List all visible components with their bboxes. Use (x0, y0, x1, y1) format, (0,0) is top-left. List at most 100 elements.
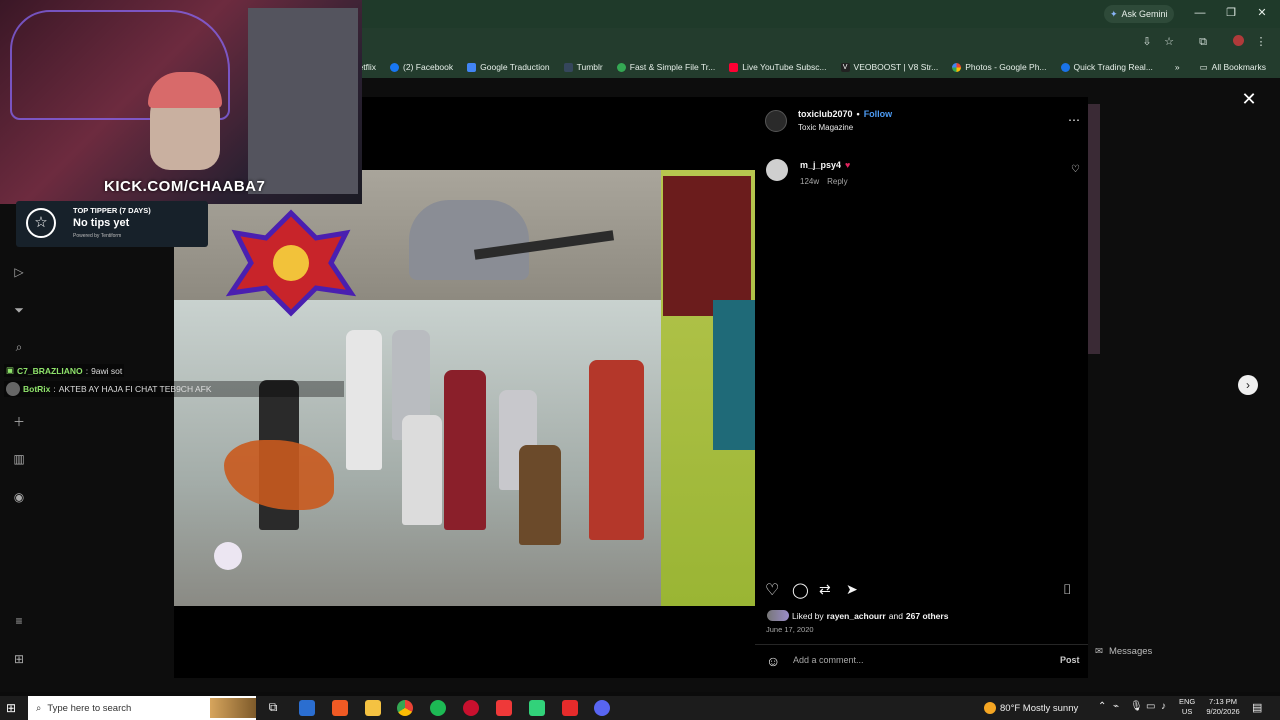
photo-magazine-strip (661, 170, 755, 606)
photo-person (589, 360, 644, 540)
hamburger-icon[interactable]: ≡ (11, 613, 27, 629)
discord-icon[interactable] (594, 700, 610, 716)
opera-icon[interactable] (463, 700, 479, 716)
bookmark-youtube-subs[interactable]: Live YouTube Subsc... (729, 62, 827, 72)
commenter-avatar[interactable] (766, 159, 788, 181)
notifications-icon[interactable]: ▤ (1252, 701, 1262, 714)
comment-row: m_j_psy4 ♥ (800, 160, 850, 170)
emoji-icon[interactable]: ☺ (766, 653, 780, 669)
add-icon[interactable]: ＋ (11, 414, 27, 430)
tray-display-icon[interactable]: ▭ (1146, 701, 1155, 712)
photos-icon (952, 62, 962, 72)
file-explorer-icon[interactable] (365, 700, 381, 716)
restore-icon[interactable]: ❐ (1224, 6, 1238, 20)
close-modal-icon[interactable]: ✕ (1240, 90, 1258, 108)
messages-label: Messages (1108, 646, 1153, 657)
reply-button[interactable]: Reply (827, 177, 847, 186)
tray-mic-icon[interactable]: 🎙︎ (1130, 701, 1143, 712)
task-view-icon[interactable]: ⧉ (265, 700, 281, 716)
bookmark-veoboost[interactable]: V VEOBOOST | V8 Str... (840, 62, 939, 72)
tray-volume-icon[interactable]: ♪ (1161, 701, 1166, 712)
liked-others[interactable]: 267 others (906, 611, 949, 621)
like-icon[interactable]: ♡ (765, 580, 779, 600)
comment-icon[interactable]: ◯ (792, 581, 809, 599)
messages-button[interactable]: ✉ Messages (1095, 646, 1152, 657)
bookmark-tumblr[interactable]: Tumblr (563, 62, 603, 72)
vivaldi-icon[interactable] (496, 700, 512, 716)
youtube-icon (729, 62, 739, 72)
menu-icon[interactable]: ⋮ (1254, 35, 1268, 49)
tray-network-icon[interactable]: ⌁ (1113, 701, 1119, 712)
liked-by-user[interactable]: rayen_achourr (827, 611, 886, 621)
bookmark-label: Google Traduction (480, 62, 550, 72)
clock[interactable]: 7:13 PM 9/20/2026 (1200, 697, 1246, 717)
chat-sep: : (53, 384, 56, 394)
weather-widget[interactable]: 80°F Mostly sunny (984, 702, 1078, 714)
file-transfer-icon (616, 62, 626, 72)
likes-row: Liked by rayen_achourr and 267 others (767, 610, 948, 621)
language-indicator[interactable]: ENG US (1179, 697, 1195, 717)
gamepad-icon[interactable]: ◉ (11, 489, 27, 505)
anime-sticker (214, 542, 242, 570)
brave-icon[interactable] (332, 700, 348, 716)
follow-button[interactable]: Follow (864, 109, 893, 119)
photo-person (346, 330, 382, 470)
more-bookmarks-button[interactable]: » (1175, 62, 1180, 72)
app-green-icon[interactable] (529, 700, 545, 716)
bookmark-facebook[interactable]: (2) Facebook (390, 62, 453, 72)
next-post-arrow-icon[interactable]: › (1238, 375, 1258, 395)
lang-top: ENG (1179, 697, 1196, 706)
stats-icon[interactable]: ▥ (11, 451, 27, 467)
app-red-icon[interactable] (562, 700, 578, 716)
store-icon[interactable] (299, 700, 315, 716)
star-icon[interactable]: ☆ (1162, 35, 1176, 49)
lang-bottom: US (1181, 707, 1193, 716)
spotify-icon[interactable] (430, 700, 446, 716)
photo-shooter (409, 200, 529, 280)
post-date: June 17, 2020 (766, 625, 814, 634)
repost-icon[interactable]: ⇄ (819, 581, 831, 598)
all-bookmarks-button[interactable]: ▭ All Bookmarks (1200, 62, 1266, 73)
search-highlight-image (210, 698, 256, 718)
bookmark-google-photos[interactable]: Photos - Google Ph... (952, 62, 1047, 72)
bookmark-label: VEOBOOST | V8 Str... (853, 62, 939, 72)
header-separator: • (856, 109, 860, 119)
share-icon[interactable]: ➤ (846, 581, 858, 598)
search-placeholder: Type here to search (47, 702, 132, 714)
windows-start-icon[interactable]: ⊞ (6, 701, 16, 715)
author-avatar[interactable] (765, 110, 787, 132)
install-icon[interactable]: ⇩ (1140, 35, 1154, 49)
bookmark-file-transfer[interactable]: Fast & Simple File Tr... (616, 62, 715, 72)
liker-avatars (767, 610, 789, 621)
comment-like-icon[interactable]: ♡ (1071, 164, 1080, 175)
profile-avatar[interactable] (1231, 35, 1245, 49)
chrome-icon[interactable] (397, 700, 413, 716)
search-icon: ⌕ (36, 702, 42, 714)
taskbar-search[interactable]: ⌕ Type here to search (28, 696, 256, 720)
photo-person (402, 415, 442, 525)
post-side-panel: toxiclub2070 • Follow Toxic Magazine ⋯ m… (755, 97, 1088, 678)
save-bookmark-icon[interactable]: ⌷ (1063, 581, 1071, 598)
author-username[interactable]: toxiclub2070 (798, 109, 853, 119)
comment-age: 124w (800, 177, 820, 186)
minimize-icon[interactable]: — (1193, 6, 1207, 20)
search-icon[interactable]: ⌕ (11, 339, 27, 355)
tray-chevron-icon[interactable]: ⌃ (1098, 701, 1106, 712)
ask-gemini-button[interactable]: ✦ Ask Gemini (1104, 5, 1174, 23)
more-options-icon[interactable]: ⋯ (1068, 113, 1080, 127)
chat-user: BotRix (23, 384, 51, 394)
bookmark-google-traduction[interactable]: Google Traduction (467, 62, 550, 72)
commenter-username[interactable]: m_j_psy4 (800, 160, 841, 170)
filter-icon[interactable]: ⏷ (11, 302, 27, 318)
add-comment-input[interactable]: Add a comment... (793, 655, 1033, 665)
bookmark-quick-trading[interactable]: Quick Trading Real... (1060, 62, 1153, 72)
tumblr-icon (563, 62, 573, 72)
apps-icon[interactable]: ⊞ (11, 651, 27, 667)
chat-user: C7_BRAZLIANO (17, 365, 83, 376)
chat-sep: : (85, 365, 89, 376)
all-bookmarks-label: All Bookmarks (1211, 62, 1266, 72)
extensions-icon[interactable]: ⧉ (1196, 35, 1210, 49)
close-icon[interactable]: ✕ (1255, 6, 1269, 20)
post-comment-button[interactable]: Post (1060, 655, 1080, 665)
video-icon[interactable]: ▷ (11, 264, 27, 280)
